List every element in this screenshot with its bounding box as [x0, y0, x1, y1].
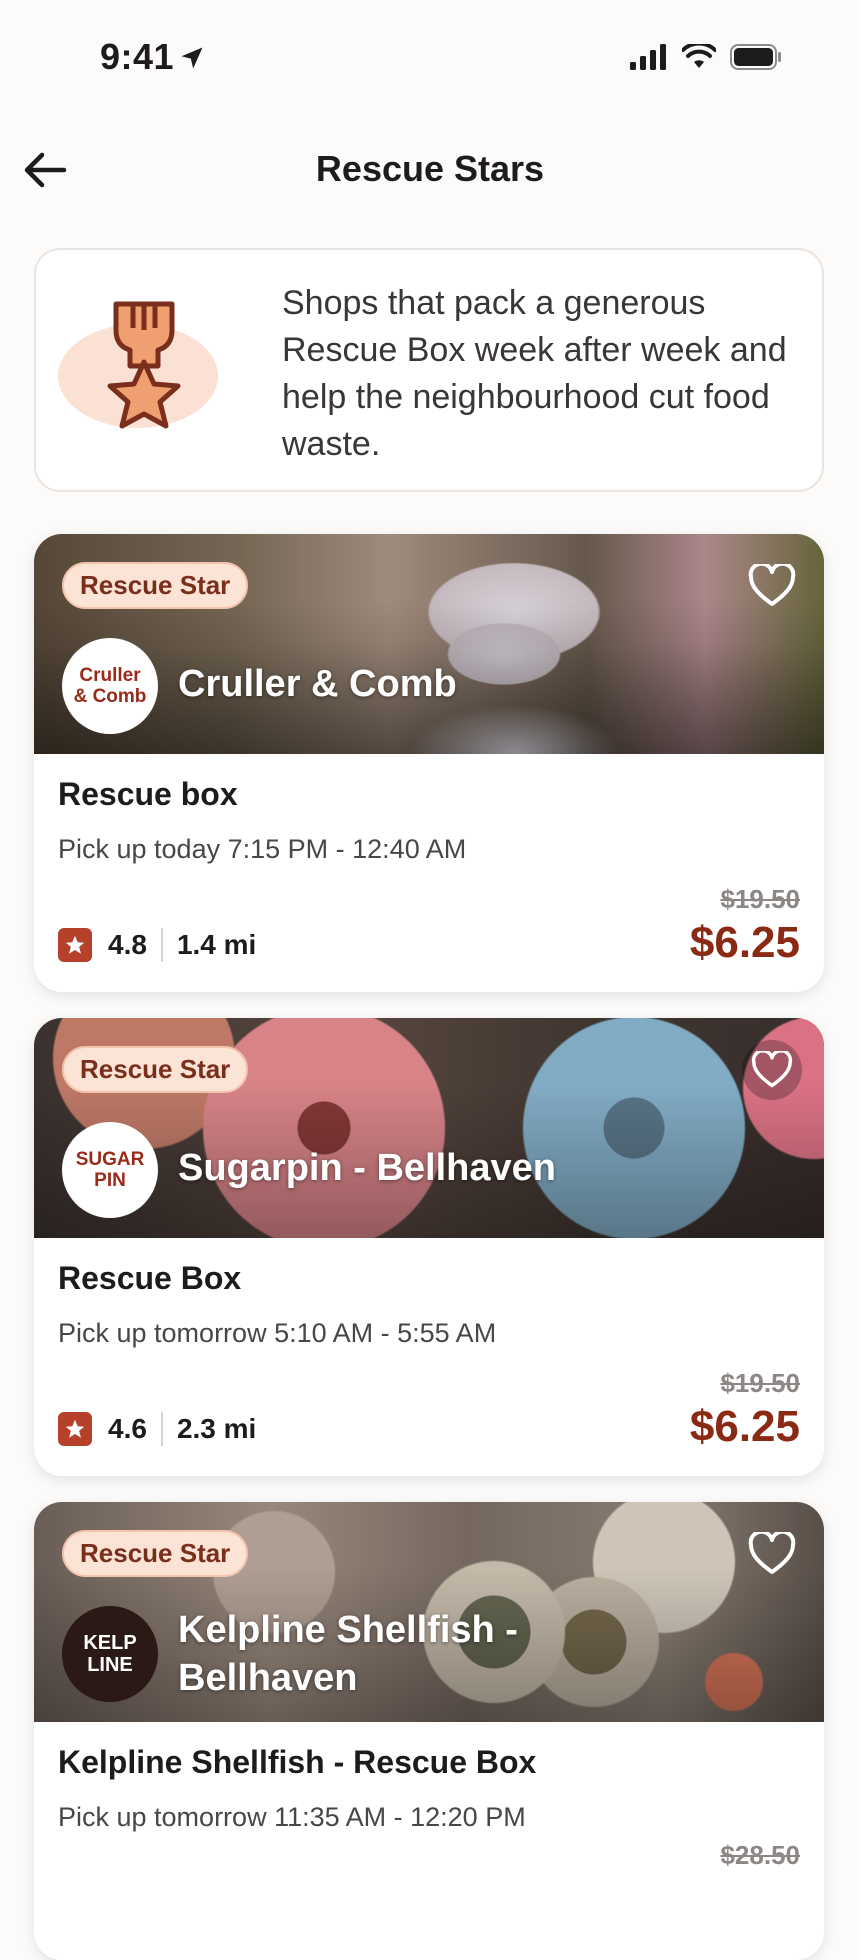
wifi-icon: [682, 44, 716, 68]
info-text: Shops that pack a generous Rescue Box we…: [282, 284, 787, 463]
signal-icon: [630, 44, 666, 70]
store-logo: KELP LINE: [62, 1606, 158, 1702]
card-body: Rescue box Pick up today 7:15 PM - 12:40…: [34, 754, 824, 992]
box-title: Kelpline Shellfish - Rescue Box: [58, 1744, 537, 1780]
distance: 2.3 mi: [176, 1413, 257, 1444]
pickup-time: Pick up today 7:15 PM - 12:40 AM: [58, 834, 467, 864]
store-logo: Cruller & Comb: [62, 638, 158, 734]
box-title: Rescue box: [58, 776, 238, 812]
heart-icon: [748, 1532, 796, 1574]
rescue-star-badge: Rescue Star: [62, 562, 249, 609]
pickup-time: Pick up tomorrow 11:35 AM - 12:20 PM: [58, 1802, 526, 1832]
distance: 1.4 mi: [176, 929, 257, 960]
favorite-button[interactable]: [742, 1040, 802, 1100]
store-card[interactable]: Rescue Star SUGAR PIN Sugarpin - Bellhav…: [34, 1018, 824, 1476]
status-icons: [630, 44, 782, 70]
store-name: Sugarpin - Bellhaven: [178, 1147, 556, 1189]
rating-value: 4.8: [108, 929, 147, 960]
pickup-time: Pick up tomorrow 5:10 AM - 5:55 AM: [58, 1318, 497, 1348]
rating-row: 4.6 2.3 mi: [58, 1412, 256, 1446]
heart-icon: [748, 564, 796, 606]
heart-icon: [751, 1051, 793, 1088]
rescue-star-badge: Rescue Star: [62, 1046, 249, 1093]
store-name: Kelpline Shellfish - Bellhaven: [178, 1609, 518, 1699]
rescue-star-badge: Rescue Star: [62, 1530, 249, 1577]
card-body: Rescue Box Pick up tomorrow 5:10 AM - 5:…: [34, 1238, 824, 1476]
star-icon: [58, 1412, 92, 1446]
original-price: $28.50: [720, 1840, 800, 1870]
original-price: $19.50: [720, 884, 800, 914]
price: $6.25: [689, 1402, 800, 1451]
status-bar: 9:41: [0, 0, 860, 120]
store-card[interactable]: Rescue Star KELP LINE Kelpline Shellfish…: [34, 1502, 824, 1960]
star-icon: [58, 928, 92, 962]
price: $6.25: [689, 918, 800, 967]
rating-value: 4.6: [108, 1413, 147, 1444]
store-name: Cruller & Comb: [178, 663, 457, 705]
original-price: $19.50: [720, 1368, 800, 1398]
store-card[interactable]: Rescue Star Cruller & Comb Cruller & Com…: [34, 534, 824, 992]
battery-icon: [730, 44, 781, 70]
store-logo: SUGAR PIN: [62, 1122, 158, 1218]
box-title: Rescue Box: [58, 1260, 242, 1296]
info-card: Shops that pack a generous Rescue Box we…: [34, 248, 824, 492]
medal-star-icon: [58, 301, 218, 429]
favorite-button[interactable]: [742, 556, 802, 616]
status-time: 9:41: [100, 36, 175, 77]
location-arrow-icon: [181, 47, 203, 69]
nav-bar: Rescue Stars: [0, 130, 860, 210]
divider: [160, 928, 163, 962]
page-title: Rescue Stars: [315, 148, 545, 189]
rating-row: 4.8 1.4 mi: [58, 928, 256, 962]
favorite-button[interactable]: [742, 1524, 802, 1584]
card-body: Kelpline Shellfish - Rescue Box Pick up …: [34, 1722, 824, 1960]
divider: [160, 1412, 163, 1446]
